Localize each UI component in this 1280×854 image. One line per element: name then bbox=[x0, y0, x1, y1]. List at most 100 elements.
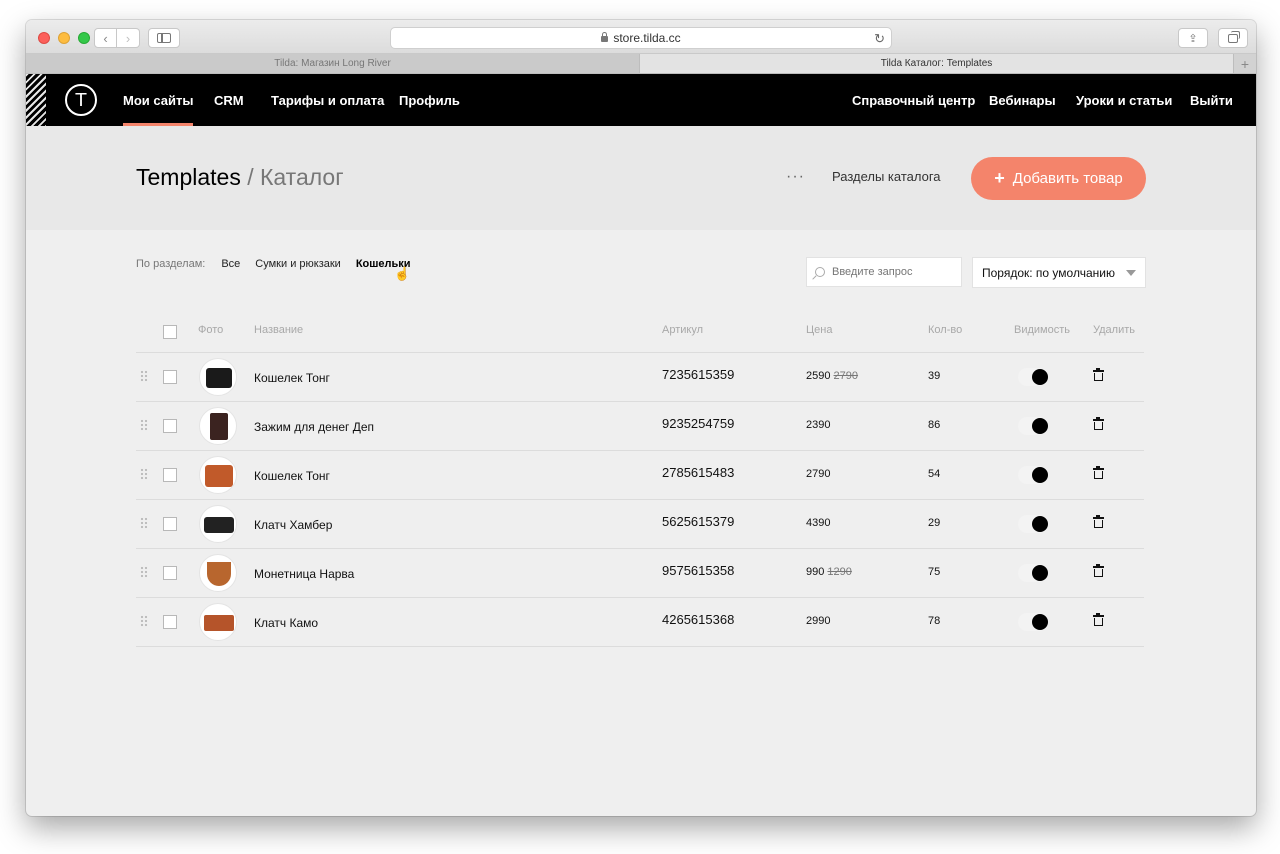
select-all-checkbox[interactable] bbox=[163, 325, 177, 339]
trash-icon[interactable] bbox=[1093, 613, 1104, 626]
nav-logout[interactable]: Выйти bbox=[1190, 74, 1233, 126]
reload-icon[interactable]: ↻ bbox=[874, 31, 885, 47]
nav-webinars[interactable]: Вебинары bbox=[989, 74, 1056, 126]
search-field[interactable] bbox=[806, 257, 962, 287]
show-tabs-button[interactable] bbox=[1218, 28, 1248, 48]
nav-my-sites[interactable]: Мои сайты bbox=[123, 74, 194, 126]
trash-icon[interactable] bbox=[1093, 368, 1104, 381]
catalog-title: Каталог bbox=[260, 164, 344, 190]
product-name[interactable]: Клатч Хамбер bbox=[254, 518, 332, 532]
row-checkbox[interactable] bbox=[163, 370, 177, 384]
visibility-toggle[interactable] bbox=[1018, 466, 1048, 484]
sidebar-icon bbox=[157, 33, 171, 43]
row-checkbox[interactable] bbox=[163, 615, 177, 629]
product-name[interactable]: Монетница Нарва bbox=[254, 567, 354, 581]
browser-tab-catalog[interactable]: Tilda Каталог: Templates bbox=[640, 54, 1234, 73]
product-quantity: 29 bbox=[928, 517, 941, 529]
top-navigation: Т Мои сайты CRM Тарифы и оплата Профиль … bbox=[26, 74, 1256, 126]
table-row[interactable]: Монетница Нарва 9575615358 990 1290 75 bbox=[136, 549, 1144, 598]
browser-tab-store[interactable]: Tilda: Магазин Long River bbox=[26, 54, 640, 73]
new-tab-button[interactable]: + bbox=[1234, 54, 1256, 73]
add-product-button[interactable]: + Добавить товар bbox=[971, 157, 1146, 200]
row-checkbox[interactable] bbox=[163, 566, 177, 580]
product-sku: 4265615368 bbox=[662, 612, 735, 627]
minimize-window-button[interactable] bbox=[58, 32, 70, 44]
nav-help-center[interactable]: Справочный центр bbox=[852, 74, 975, 126]
filter-bags[interactable]: Сумки и рюкзаки bbox=[255, 258, 341, 270]
product-photo[interactable] bbox=[199, 603, 237, 641]
product-sku: 5625615379 bbox=[662, 514, 735, 529]
catalog-sections-link[interactable]: Разделы каталога bbox=[832, 169, 941, 184]
product-thumbnail-shape bbox=[210, 413, 228, 440]
drag-handle-icon[interactable] bbox=[140, 370, 148, 382]
tabs-icon bbox=[1228, 30, 1240, 43]
table-row[interactable]: Клатч Камо 4265615368 2990 78 bbox=[136, 598, 1144, 647]
product-photo[interactable] bbox=[199, 554, 237, 592]
filter-all[interactable]: Все bbox=[221, 258, 240, 270]
product-photo[interactable] bbox=[199, 505, 237, 543]
trash-icon[interactable] bbox=[1093, 564, 1104, 577]
visibility-toggle[interactable] bbox=[1018, 515, 1048, 533]
product-price: 2590 2790 bbox=[806, 370, 858, 382]
trash-icon[interactable] bbox=[1093, 515, 1104, 528]
products-table: Фото Название Артикул Цена Кол-во Видимо… bbox=[136, 310, 1144, 647]
sort-select[interactable]: Порядок: по умолчанию bbox=[972, 257, 1146, 288]
filter-label: По разделам: bbox=[136, 258, 206, 270]
sidebar-toggle-button[interactable] bbox=[148, 28, 180, 48]
nav-profile[interactable]: Профиль bbox=[399, 74, 460, 126]
hand-cursor-icon: ☝ bbox=[394, 266, 411, 281]
table-body: Кошелек Тонг 7235615359 2590 2790 39 Заж… bbox=[136, 353, 1144, 647]
search-input[interactable] bbox=[832, 266, 952, 278]
product-price: 2990 bbox=[806, 615, 830, 627]
project-title[interactable]: Templates bbox=[136, 164, 241, 190]
column-sku[interactable]: Артикул bbox=[662, 324, 703, 336]
row-checkbox[interactable] bbox=[163, 419, 177, 433]
tilda-logo[interactable]: Т bbox=[65, 84, 97, 116]
address-bar[interactable]: store.tilda.cc ↻ bbox=[390, 27, 892, 49]
nav-lessons[interactable]: Уроки и статьи bbox=[1076, 74, 1172, 126]
drag-handle-icon[interactable] bbox=[140, 517, 148, 529]
drag-handle-icon[interactable] bbox=[140, 566, 148, 578]
table-row[interactable]: Клатч Хамбер 5625615379 4390 29 bbox=[136, 500, 1144, 549]
product-photo[interactable] bbox=[199, 456, 237, 494]
product-name[interactable]: Клатч Камо bbox=[254, 616, 318, 630]
row-checkbox[interactable] bbox=[163, 468, 177, 482]
visibility-toggle[interactable] bbox=[1018, 564, 1048, 582]
product-name[interactable]: Кошелек Тонг bbox=[254, 371, 330, 385]
product-thumbnail-shape bbox=[204, 517, 234, 533]
trash-icon[interactable] bbox=[1093, 417, 1104, 430]
column-quantity[interactable]: Кол-во bbox=[928, 324, 962, 336]
product-quantity: 54 bbox=[928, 468, 941, 480]
more-options-icon[interactable]: ··· bbox=[786, 168, 805, 186]
tab-strip: Tilda: Магазин Long River Tilda Каталог:… bbox=[26, 54, 1256, 74]
table-row[interactable]: Кошелек Тонг 2785615483 2790 54 bbox=[136, 451, 1144, 500]
browser-toolbar: ‹ › store.tilda.cc ↻ ⇪ bbox=[26, 20, 1256, 54]
title-separator: / bbox=[247, 164, 254, 190]
drag-handle-icon[interactable] bbox=[140, 419, 148, 431]
table-row[interactable]: Кошелек Тонг 7235615359 2590 2790 39 bbox=[136, 353, 1144, 402]
nav-tariffs[interactable]: Тарифы и оплата bbox=[271, 74, 384, 126]
forward-button[interactable]: › bbox=[117, 28, 140, 48]
nav-crm[interactable]: CRM bbox=[214, 74, 244, 126]
table-row[interactable]: Зажим для денег Деп 9235254759 2390 86 bbox=[136, 402, 1144, 451]
zoom-window-button[interactable] bbox=[78, 32, 90, 44]
share-button[interactable]: ⇪ bbox=[1178, 28, 1208, 48]
product-photo[interactable] bbox=[199, 407, 237, 445]
product-quantity: 78 bbox=[928, 615, 941, 627]
add-product-label: Добавить товар bbox=[1012, 170, 1123, 187]
back-button[interactable]: ‹ bbox=[94, 28, 117, 48]
visibility-toggle[interactable] bbox=[1018, 613, 1048, 631]
row-checkbox[interactable] bbox=[163, 517, 177, 531]
column-name[interactable]: Название bbox=[254, 324, 303, 336]
close-window-button[interactable] bbox=[38, 32, 50, 44]
column-price[interactable]: Цена bbox=[806, 324, 832, 336]
visibility-toggle[interactable] bbox=[1018, 417, 1048, 435]
visibility-toggle[interactable] bbox=[1018, 368, 1048, 386]
product-photo[interactable] bbox=[199, 358, 237, 396]
product-name[interactable]: Кошелек Тонг bbox=[254, 469, 330, 483]
product-name[interactable]: Зажим для денег Деп bbox=[254, 420, 374, 434]
drag-handle-icon[interactable] bbox=[140, 615, 148, 627]
product-quantity: 75 bbox=[928, 566, 941, 578]
drag-handle-icon[interactable] bbox=[140, 468, 148, 480]
trash-icon[interactable] bbox=[1093, 466, 1104, 479]
